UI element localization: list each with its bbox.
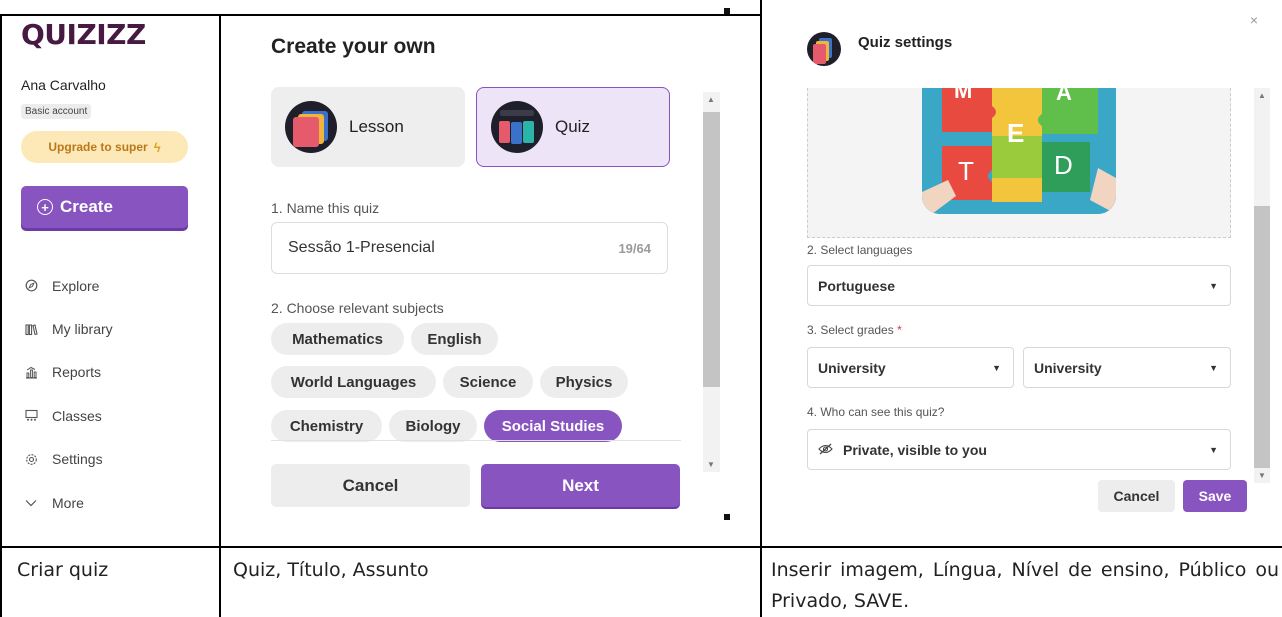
grade-to-select[interactable]: University ▼ bbox=[1023, 347, 1231, 388]
quiz-settings-icon bbox=[807, 32, 841, 66]
visibility-value: Private, visible to you bbox=[843, 441, 987, 458]
quizizz-logo[interactable]: QUIZIZZ bbox=[21, 18, 146, 51]
caption-column-1: Criar quiz bbox=[17, 559, 109, 581]
eye-off-icon bbox=[818, 442, 833, 458]
scroll-down-arrow-icon[interactable]: ▼ bbox=[707, 460, 715, 469]
name-quiz-label: 1. Name this quiz bbox=[271, 200, 380, 216]
sidebar-item-more[interactable]: More bbox=[24, 481, 113, 524]
subject-chip-selected[interactable]: Social Studies bbox=[484, 410, 622, 442]
quiz-cards-icon bbox=[491, 101, 543, 153]
scrollbar[interactable]: ▲ ▼ bbox=[1254, 88, 1270, 483]
sidebar-item-settings[interactable]: Settings bbox=[24, 438, 113, 481]
subject-chip[interactable]: World Languages bbox=[271, 366, 436, 398]
plan-badge: Basic account bbox=[21, 104, 92, 119]
create-label: Create bbox=[60, 197, 113, 216]
image-upload-zone[interactable]: M A E T D bbox=[807, 88, 1231, 238]
upgrade-button[interactable]: Upgrade to super ϟ bbox=[21, 131, 188, 163]
quiz-settings-panel: Quiz settings × M A E T D 2. Select lang… bbox=[762, 2, 1280, 546]
plus-circle-icon: + bbox=[37, 199, 53, 215]
sidebar-item-my-library[interactable]: My library bbox=[24, 307, 113, 350]
sidebar-item-explore[interactable]: Explore bbox=[24, 264, 113, 307]
caret-down-icon: ▼ bbox=[1209, 362, 1218, 373]
caret-down-icon: ▼ bbox=[992, 362, 1001, 373]
chevron-down-icon bbox=[24, 499, 38, 507]
quiz-name-value: Sessão 1-Presencial bbox=[288, 239, 435, 256]
caption-column-2: Quiz, Título, Assunto bbox=[233, 559, 429, 581]
sidebar-nav: Explore My library Reports Classes Setti… bbox=[24, 264, 113, 524]
subject-chip[interactable]: Mathematics bbox=[271, 323, 404, 355]
library-icon bbox=[24, 323, 38, 336]
sidebar-item-classes[interactable]: Classes bbox=[24, 394, 113, 437]
lesson-label: Lesson bbox=[349, 117, 404, 136]
classes-icon bbox=[24, 409, 38, 422]
grade-from-value: University bbox=[818, 359, 886, 376]
scrollbar-thumb[interactable] bbox=[1254, 206, 1270, 468]
scroll-up-arrow-icon[interactable]: ▲ bbox=[1258, 91, 1266, 100]
cover-letter: E bbox=[1007, 118, 1025, 148]
scroll-down-arrow-icon[interactable]: ▼ bbox=[1258, 471, 1266, 480]
upgrade-label: Upgrade to super bbox=[48, 140, 148, 154]
cover-letter: M bbox=[954, 88, 973, 103]
subject-chip[interactable]: English bbox=[411, 323, 498, 355]
quiz-cover-image: M A E T D bbox=[922, 88, 1116, 214]
next-button[interactable]: Next bbox=[481, 464, 680, 507]
quiz-type-card[interactable]: Quiz bbox=[476, 87, 670, 167]
divider bbox=[271, 440, 681, 441]
scrollbar-thumb[interactable] bbox=[703, 112, 720, 387]
gear-icon bbox=[24, 453, 38, 466]
grades-label: 3. Select grades * bbox=[807, 323, 902, 337]
languages-label: 2. Select languages bbox=[807, 243, 913, 257]
create-your-own-panel: Create your own Lesson Quiz 1. Name this… bbox=[222, 8, 730, 546]
grades-label-text: 3. Select grades bbox=[807, 323, 894, 337]
subject-chip[interactable]: Physics bbox=[540, 366, 628, 398]
grade-to-value: University bbox=[1034, 359, 1102, 376]
resize-handle bbox=[724, 514, 730, 520]
reports-icon bbox=[24, 366, 38, 379]
settings-cancel-button[interactable]: Cancel bbox=[1098, 480, 1175, 512]
scroll-up-arrow-icon[interactable]: ▲ bbox=[707, 95, 715, 104]
cover-letter: A bbox=[1056, 88, 1072, 105]
language-select[interactable]: Portuguese ▼ bbox=[807, 265, 1231, 306]
char-counter: 19/64 bbox=[618, 240, 651, 256]
subjects-label: 2. Choose relevant subjects bbox=[271, 300, 444, 316]
save-button[interactable]: Save bbox=[1183, 480, 1247, 512]
sidebar-item-label: Settings bbox=[52, 451, 103, 468]
visibility-select[interactable]: Private, visible to you ▼ bbox=[807, 429, 1231, 470]
cover-letter: T bbox=[958, 156, 974, 186]
subject-chip[interactable]: Science bbox=[443, 366, 533, 398]
required-mark: * bbox=[897, 323, 902, 337]
sidebar: QUIZIZZ Ana Carvalho Basic account Upgra… bbox=[2, 16, 219, 546]
sidebar-item-label: My library bbox=[52, 321, 113, 338]
sidebar-item-label: Classes bbox=[52, 407, 102, 424]
visibility-label: 4. Who can see this quiz? bbox=[807, 405, 945, 419]
caret-down-icon: ▼ bbox=[1209, 280, 1218, 291]
caption-column-3: Inserir imagem, Língua, Nível de ensino,… bbox=[771, 559, 1279, 612]
lesson-stack-icon bbox=[285, 101, 337, 153]
resize-handle bbox=[724, 8, 730, 14]
subject-chip[interactable]: Chemistry bbox=[271, 410, 382, 442]
close-icon[interactable]: × bbox=[1250, 12, 1258, 28]
sidebar-item-reports[interactable]: Reports bbox=[24, 351, 113, 394]
cancel-button[interactable]: Cancel bbox=[271, 464, 470, 507]
panel-title: Create your own bbox=[271, 35, 436, 58]
sidebar-item-label: More bbox=[52, 494, 84, 511]
lesson-type-card[interactable]: Lesson bbox=[271, 87, 465, 167]
lightning-icon: ϟ bbox=[153, 139, 161, 155]
settings-title: Quiz settings bbox=[858, 34, 953, 51]
scrollbar[interactable]: ▲ ▼ bbox=[703, 92, 720, 472]
caret-down-icon: ▼ bbox=[1209, 444, 1218, 455]
cover-letter: D bbox=[1054, 150, 1073, 180]
sidebar-item-label: Explore bbox=[52, 277, 100, 294]
quiz-name-input[interactable]: Sessão 1-Presencial 19/64 bbox=[271, 222, 668, 274]
sidebar-item-label: Reports bbox=[52, 364, 102, 381]
compass-icon bbox=[24, 279, 38, 292]
quiz-label: Quiz bbox=[555, 117, 590, 136]
table-row-divider bbox=[0, 546, 1282, 548]
grade-from-select[interactable]: University ▼ bbox=[807, 347, 1014, 388]
create-button[interactable]: + Create bbox=[21, 186, 188, 228]
subject-chip[interactable]: Biology bbox=[389, 410, 477, 442]
table-col-divider-1 bbox=[219, 14, 221, 617]
language-value: Portuguese bbox=[818, 277, 896, 294]
user-name: Ana Carvalho bbox=[21, 77, 106, 93]
